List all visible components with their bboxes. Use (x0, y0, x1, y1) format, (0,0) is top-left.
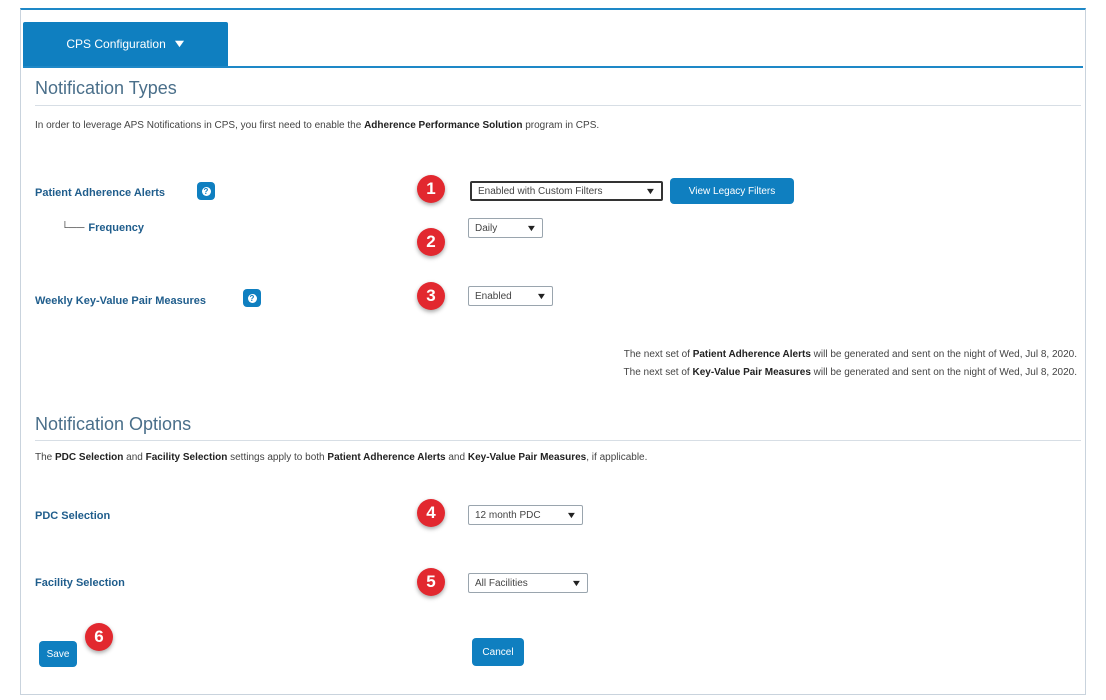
step-marker-3: 3 (417, 282, 445, 310)
note-text: The next set of (623, 349, 693, 360)
chevron-down-icon: ▼ (525, 223, 538, 233)
note-bold: Patient Adherence Alerts (692, 349, 811, 360)
intro-text: The (35, 452, 56, 463)
note-bold: Key-Value Pair Measures (692, 367, 811, 378)
intro-bold: Adherence Performance Solution (364, 120, 523, 131)
save-button[interactable]: Save (39, 641, 77, 667)
step-marker-2: 2 (417, 228, 445, 256)
weekly-kvp-label: Weekly Key-Value Pair Measures (35, 295, 207, 307)
intro-text: settings apply to both (227, 452, 328, 463)
weekly-kvp-select[interactable]: Enabled ▼ (468, 286, 553, 306)
intro-text-end: program in CPS. (522, 120, 600, 131)
frequency-select[interactable]: Daily ▼ (468, 218, 543, 238)
pdc-selection-label: PDC Selection (35, 510, 111, 522)
note-text-end: will be generated and sent on the night … (810, 349, 1077, 360)
note-text: The next set of (623, 367, 693, 378)
tab-underline (23, 66, 1083, 68)
intro-bold: Key-Value Pair Measures (467, 452, 587, 463)
select-value: Enabled with Custom Filters (478, 185, 603, 197)
intro-text: and (445, 452, 468, 463)
step-marker-4: 4 (417, 499, 445, 527)
facility-selection-label: Facility Selection (35, 577, 125, 589)
intro-text: In order to leverage APS Notifications i… (35, 120, 365, 131)
question-icon[interactable]: ? (243, 289, 261, 307)
tree-branch: └── (61, 222, 85, 234)
select-value: Enabled (475, 290, 512, 302)
notification-options-title: Notification Options (35, 414, 192, 434)
select-value: All Facilities (475, 577, 528, 589)
tab-label: CPS Configuration (66, 37, 166, 51)
step-marker-1: 1 (417, 175, 445, 203)
frequency-row: └── Frequency (61, 222, 144, 234)
select-value: 12 month PDC (475, 509, 541, 521)
chevron-down-icon: ▼ (565, 510, 578, 520)
notification-types-title: Notification Types (35, 78, 177, 98)
next-alerts-note: The next set of Patient Adherence Alerts… (624, 349, 1077, 360)
facility-selection-select[interactable]: All Facilities ▼ (468, 573, 588, 593)
intro-text: and (123, 452, 146, 463)
frequency-label: Frequency (88, 222, 145, 234)
config-panel: CPS Configuration ▼ Notification Types I… (20, 8, 1086, 695)
select-value: Daily (475, 222, 498, 234)
section-divider (35, 105, 1081, 106)
chevron-down-icon: ▼ (570, 578, 583, 588)
section-divider (35, 440, 1081, 441)
intro-bold: Facility Selection (145, 452, 228, 463)
chevron-down-icon: ▼ (644, 186, 657, 196)
intro-bold: Patient Adherence Alerts (327, 452, 446, 463)
intro-text: , if applicable. (586, 452, 648, 463)
patient-adherence-alerts-label: Patient Adherence Alerts (35, 187, 166, 199)
cancel-button[interactable]: Cancel (472, 638, 524, 666)
chevron-down-icon: ▼ (535, 291, 548, 301)
next-kvp-note: The next set of Key-Value Pair Measures … (624, 367, 1077, 378)
cps-configuration-tab[interactable]: CPS Configuration ▼ (23, 22, 228, 66)
notification-types-intro: In order to leverage APS Notifications i… (35, 120, 599, 131)
patient-alerts-select[interactable]: Enabled with Custom Filters ▼ (470, 181, 663, 201)
notification-options-intro: The PDC Selection and Facility Selection… (35, 452, 647, 463)
question-icon[interactable]: ? (197, 182, 215, 200)
step-marker-5: 5 (417, 568, 445, 596)
chevron-down-icon: ▼ (171, 38, 187, 50)
view-legacy-filters-button[interactable]: View Legacy Filters (670, 178, 794, 204)
pdc-selection-select[interactable]: 12 month PDC ▼ (468, 505, 583, 525)
step-marker-6: 6 (85, 623, 113, 651)
intro-bold: PDC Selection (55, 452, 124, 463)
note-text-end: will be generated and sent on the night … (810, 367, 1077, 378)
